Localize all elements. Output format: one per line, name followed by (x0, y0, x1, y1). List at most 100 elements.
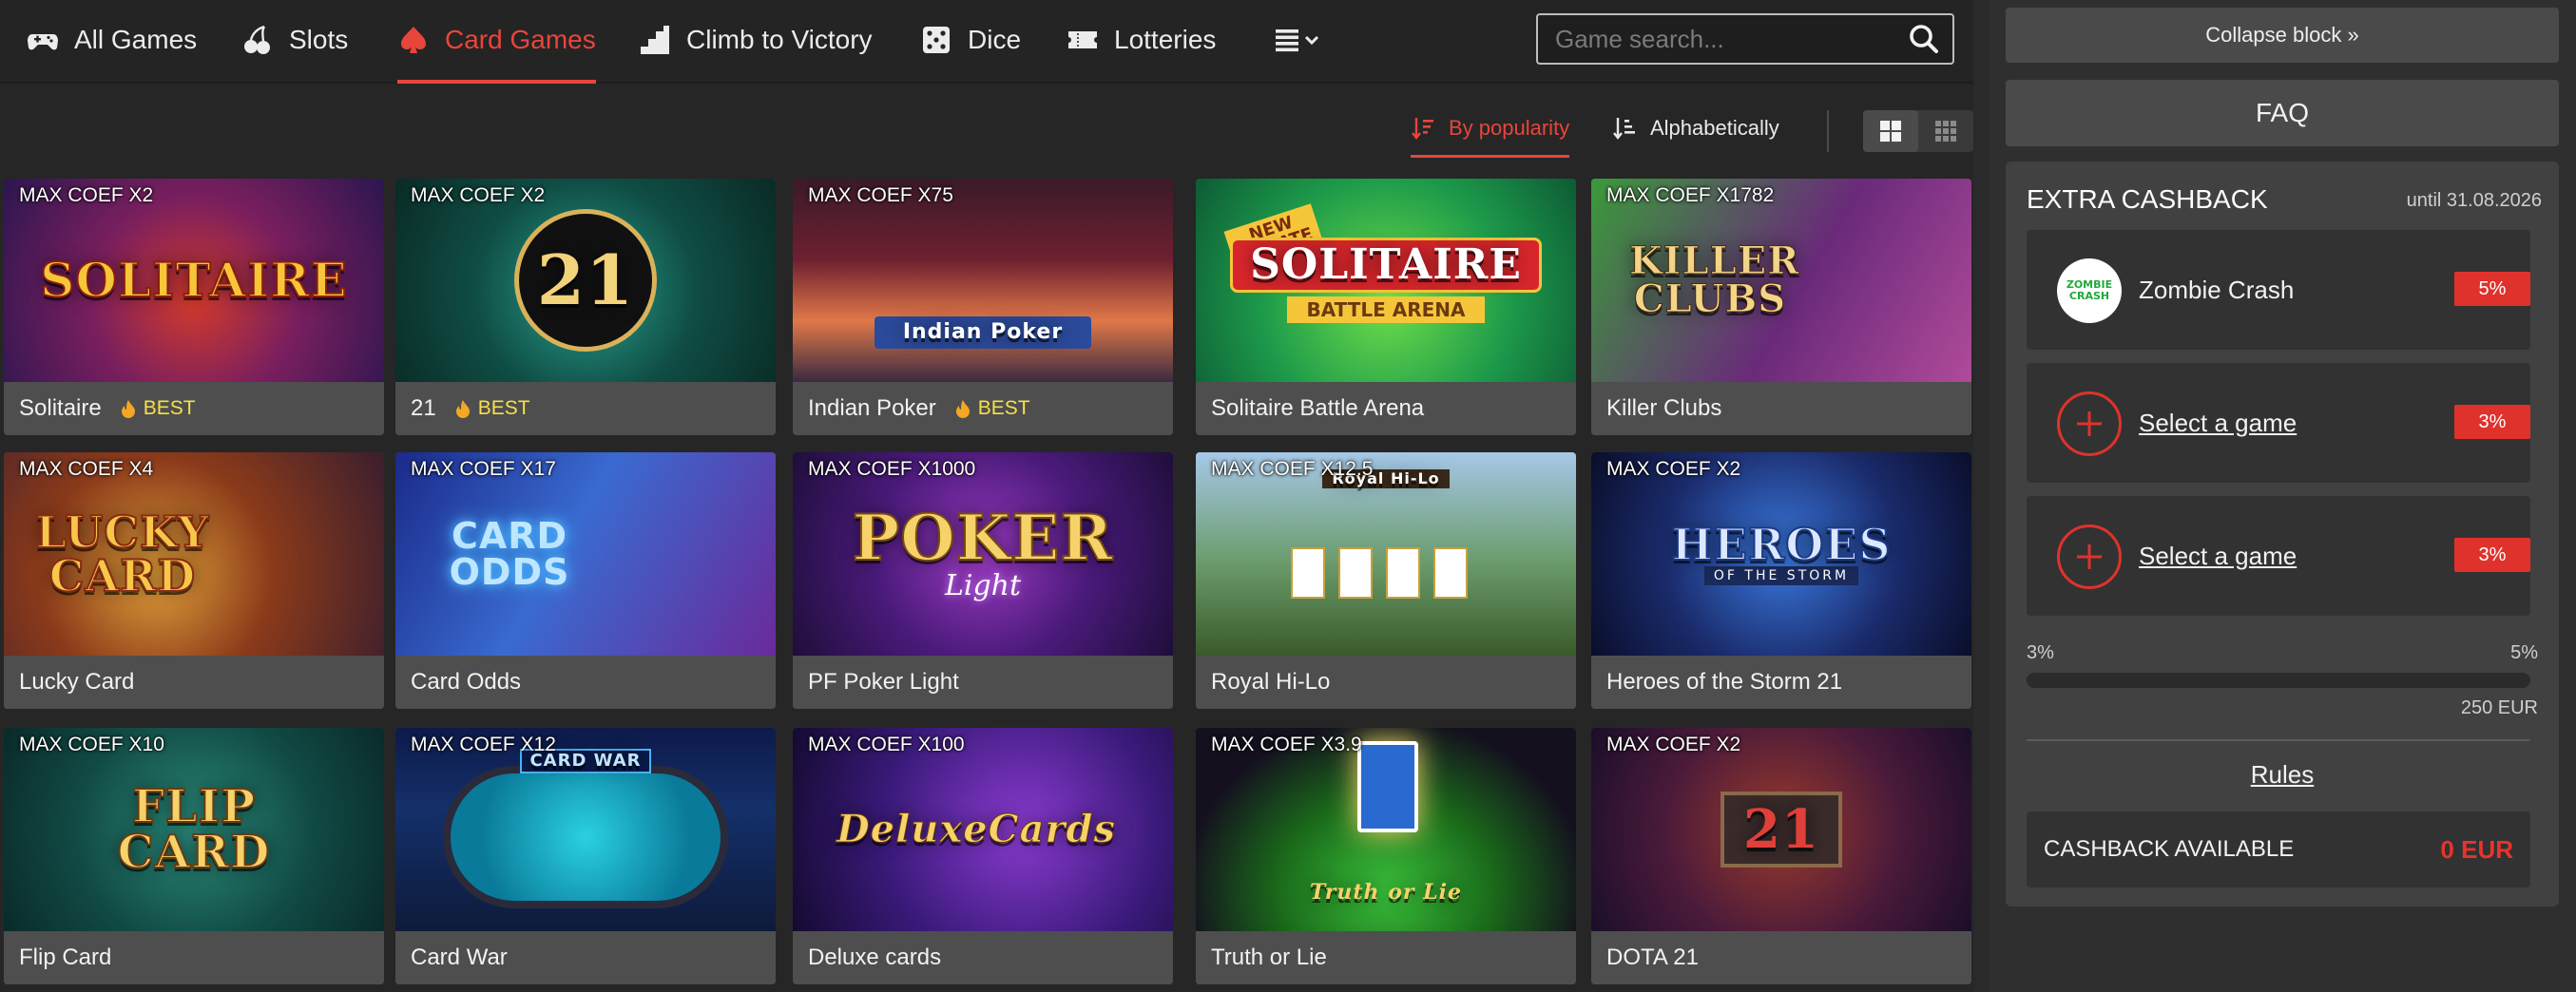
game-art-title: DeluxeCards (836, 807, 1116, 851)
game-name: Royal Hi-Lo (1211, 669, 1331, 695)
game-thumbnail: Royal Hi-Lo (1196, 452, 1576, 656)
game-caption: Solitaire BEST (4, 382, 384, 435)
nav-slots[interactable]: Slots (241, 0, 348, 80)
best-badge: BEST (121, 397, 196, 420)
game-thumbnail: Indian Poker (793, 179, 1173, 382)
game-caption: Killer Clubs (1591, 382, 1971, 435)
cashback-select-game-2[interactable]: Select a game 3% (2027, 496, 2530, 616)
game-search-box[interactable] (1536, 13, 1954, 65)
max-coef-label: MAX COEF X2 (19, 184, 154, 206)
cashback-title: EXTRA CASHBACK (2027, 184, 2268, 214)
add-game-icon (2057, 525, 2122, 589)
game-caption: Truth or Lie (1196, 931, 1576, 984)
max-coef-label: MAX COEF X100 (808, 734, 965, 755)
max-coef-label: MAX COEF X2 (1606, 458, 1741, 480)
cashback-target-amount: 250 EUR (2460, 697, 2538, 718)
search-input[interactable] (1538, 15, 1905, 63)
game-card-pf-poker-light[interactable]: POKER Light MAX COEF X1000 PF Poker Ligh… (793, 452, 1173, 709)
game-name: Solitaire (19, 395, 102, 421)
cashback-until: until 31.08.2026 (2406, 190, 2542, 211)
cashback-range-max: 5% (2510, 642, 2538, 663)
nav-more-dropdown[interactable] (1274, 0, 1325, 80)
game-card-dota-21[interactable]: 21 MAX COEF X2 DOTA 21 (1591, 728, 1971, 984)
cashback-percent-badge: 3% (2454, 405, 2530, 439)
game-art-title: SOLITAIRE (39, 252, 348, 308)
game-card-heroes-of-the-storm-21[interactable]: HEROES OF THE STORM MAX COEF X2 Heroes o… (1591, 452, 1971, 709)
select-game-link[interactable]: Select a game (2139, 496, 2297, 616)
gamepad-icon (28, 34, 58, 50)
search-icon[interactable] (1905, 20, 1943, 58)
game-caption: 21 BEST (395, 382, 776, 435)
game-card-indian-poker[interactable]: Indian Poker MAX COEF X75 Indian Poker B… (793, 179, 1173, 435)
game-card-card-odds[interactable]: CARD ODDS MAX COEF X17 Card Odds (395, 452, 776, 709)
cashback-game-label: Zombie Crash (2139, 275, 2295, 304)
max-coef-label: MAX COEF X17 (411, 458, 556, 480)
game-card-royal-hi-lo[interactable]: Royal Hi-Lo MAX COEF X12.5 Royal Hi-Lo (1196, 452, 1576, 709)
game-name: DOTA 21 (1606, 944, 1699, 970)
max-coef-label: MAX COEF X10 (19, 734, 164, 755)
game-card-card-war[interactable]: CARD WAR MAX COEF X12 Card War (395, 728, 776, 984)
game-thumbnail: LUCKY CARD (4, 452, 384, 656)
nav-all-games[interactable]: All Games (27, 0, 197, 80)
game-name: PF Poker Light (808, 669, 959, 695)
game-art-title: 21 (1721, 792, 1842, 868)
rules-link[interactable]: Rules (2006, 760, 2559, 790)
sort-alphabetically[interactable]: Alphabetically (1612, 105, 1779, 152)
dice-icon (923, 27, 950, 53)
game-card-killer-clubs[interactable]: KILLER CLUBS MAX COEF X1782 Killer Clubs (1591, 179, 1971, 435)
faq-button[interactable]: FAQ (2006, 80, 2559, 146)
game-card-solitaire-battle-arena[interactable]: SOLITAIRE BATTLE ARENA NEW UPDATE Solita… (1196, 179, 1576, 435)
game-caption: Lucky Card (4, 656, 384, 709)
nav-dice[interactable]: Dice (920, 0, 1021, 80)
cashback-available-label: CASHBACK AVAILABLE (2044, 836, 2295, 862)
stairs-icon (641, 26, 669, 54)
best-badge: BEST (955, 397, 1030, 420)
game-name: Deluxe cards (808, 944, 942, 970)
game-thumbnail: KILLER CLUBS (1591, 179, 1971, 382)
main-area: All Games Slots Card Games Climb to Vict… (0, 0, 1973, 992)
small-grid-view-button[interactable] (1918, 110, 1973, 152)
cashback-game-zombie-crash[interactable]: ZOMBIE CRASH Zombie Crash 5% (2027, 230, 2530, 350)
extra-cashback-panel: EXTRA CASHBACK until 31.08.2026 ZOMBIE C… (2006, 162, 2559, 906)
max-coef-label: MAX COEF X12.5 (1211, 458, 1374, 480)
sort-label: Alphabetically (1650, 116, 1779, 140)
game-card-truth-or-lie[interactable]: Truth or Lie MAX COEF X3.9 Truth or Lie (1196, 728, 1576, 984)
best-badge: BEST (455, 397, 530, 420)
max-coef-label: MAX COEF X75 (808, 184, 953, 206)
game-name: Killer Clubs (1606, 395, 1722, 421)
cashback-select-game-1[interactable]: Select a game 3% (2027, 363, 2530, 483)
game-art-title: HEROES (1670, 519, 1892, 570)
game-name: 21 (411, 395, 436, 421)
game-caption: Deluxe cards (793, 931, 1173, 984)
cashback-available-box: CASHBACK AVAILABLE 0 EUR (2027, 811, 2530, 887)
nav-lotteries[interactable]: Lotteries (1067, 0, 1216, 80)
game-art-title: SOLITAIRE (1230, 238, 1542, 293)
max-coef-label: MAX COEF X1000 (808, 458, 976, 480)
game-thumbnail: FLIP CARD (4, 728, 384, 931)
sort-divider (1827, 110, 1829, 152)
select-game-link[interactable]: Select a game (2139, 363, 2297, 483)
game-card-flip-card[interactable]: FLIP CARD MAX COEF X10 Flip Card (4, 728, 384, 984)
game-card-deluxe-cards[interactable]: DeluxeCards MAX COEF X100 Deluxe cards (793, 728, 1173, 984)
game-thumbnail: Truth or Lie (1196, 728, 1576, 931)
sort-descending-icon (1412, 118, 1433, 140)
game-card-lucky-card[interactable]: LUCKY CARD MAX COEF X4 Lucky Card (4, 452, 384, 709)
game-name: Solitaire Battle Arena (1211, 395, 1425, 421)
game-name: Card War (411, 944, 508, 970)
nav-card-games[interactable]: Card Games (397, 0, 596, 84)
game-name: Card Odds (411, 669, 522, 695)
game-caption: Royal Hi-Lo (1196, 656, 1576, 709)
game-card-21[interactable]: 21 MAX COEF X2 21 BEST (395, 179, 776, 435)
game-thumbnail: POKER Light (793, 452, 1173, 656)
game-card-solitaire[interactable]: SOLITAIRE MAX COEF X2 Solitaire BEST (4, 179, 384, 435)
nav-label: Card Games (445, 25, 596, 54)
game-art-title: POKER (852, 500, 1114, 575)
sort-by-popularity[interactable]: By popularity (1411, 105, 1570, 158)
large-grid-view-button[interactable] (1863, 110, 1918, 152)
game-caption: Card War (395, 931, 776, 984)
nav-label: Slots (289, 25, 349, 54)
nav-label: Dice (968, 25, 1022, 54)
nav-climb-to-victory[interactable]: Climb to Victory (639, 0, 873, 80)
collapse-block-button[interactable]: Collapse block » (2006, 8, 2559, 63)
large-grid-icon (1880, 121, 1901, 142)
